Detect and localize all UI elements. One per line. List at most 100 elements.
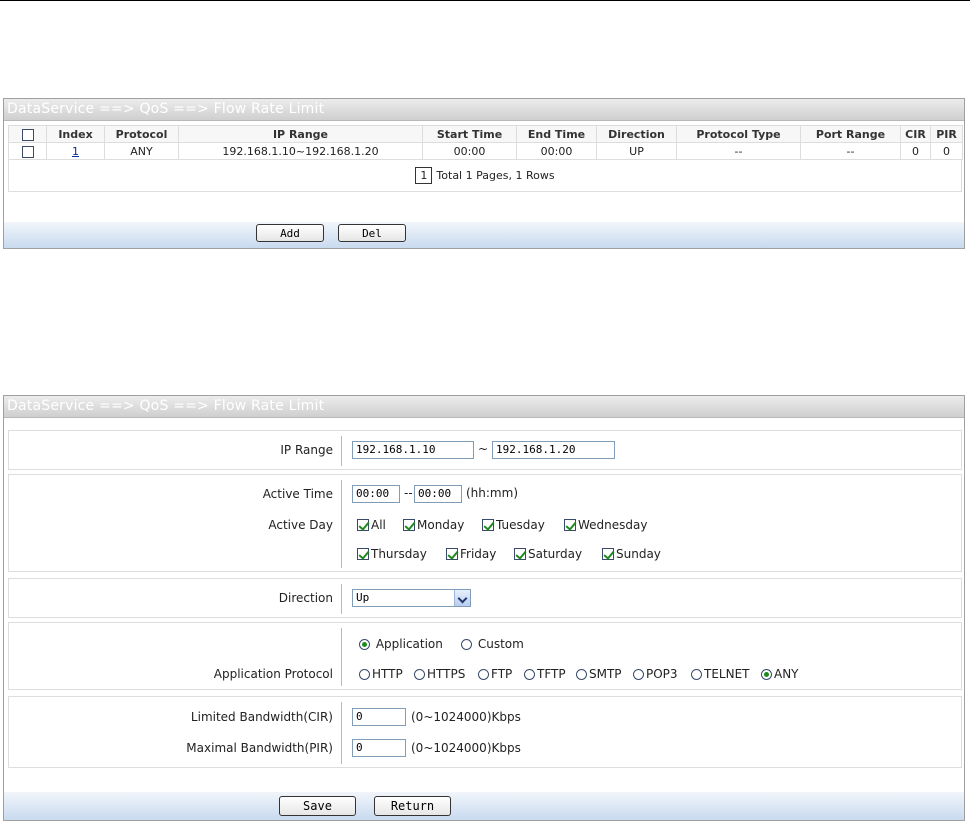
ip-range-section: IP Range 192.168.1.10 ~ 192.168.1.20: [8, 430, 962, 470]
save-button[interactable]: Save: [279, 796, 356, 816]
column-header: Index: [46, 125, 105, 143]
ip-range-separator: ~: [478, 442, 489, 456]
flow-rate-limit-table: Index Protocol IP Range Start Time End T…: [8, 125, 963, 160]
column-header: Port Range: [800, 125, 901, 143]
radio-icon: [691, 668, 702, 680]
radio-icon: [359, 668, 370, 680]
protocol-telnet-radio[interactable]: TELNET: [691, 667, 750, 681]
pir-cell: 0: [930, 142, 963, 160]
radio-label: HTTPS: [427, 667, 466, 681]
checkbox-icon: [403, 519, 415, 531]
row-checkbox[interactable]: [21, 145, 34, 158]
protocol-https-radio[interactable]: HTTPS: [414, 667, 465, 681]
select-all-checkbox[interactable]: [21, 128, 34, 141]
radio-label: SMTP: [589, 667, 622, 681]
flow-rate-limit-form-panel: DataService ==> QoS ==> Flow Rate Limit …: [3, 395, 965, 821]
column-header: Protocol Type: [676, 125, 801, 143]
column-header: Start Time: [422, 125, 517, 143]
start-time-cell: 00:00: [422, 142, 517, 160]
ip-range-end-input[interactable]: 192.168.1.20: [492, 441, 615, 459]
ip-range-start-input[interactable]: 192.168.1.10: [352, 441, 474, 459]
checkbox-icon: [446, 548, 458, 560]
radio-icon: [524, 668, 535, 680]
active-day-label: Active Day: [268, 518, 333, 532]
protocol-tftp-radio[interactable]: TFTP: [524, 667, 566, 681]
ip-range-cell: 192.168.1.10~192.168.1.20: [178, 142, 423, 160]
time-separator: --: [404, 486, 413, 500]
radio-label: Application: [375, 637, 443, 651]
direction-section: Direction Up: [8, 578, 962, 618]
mode-application-radio[interactable]: Application: [359, 637, 443, 651]
checkbox-icon: [602, 548, 614, 560]
radio-label: Custom: [477, 637, 524, 651]
day-label: Thursday: [371, 547, 427, 561]
table-row: 1 ANY 192.168.1.10~192.168.1.20 00:00 00…: [8, 142, 963, 160]
day-label: Monday: [417, 518, 465, 532]
divider: [341, 702, 342, 764]
day-all[interactable]: All: [357, 518, 386, 532]
radio-label: FTP: [491, 667, 513, 681]
divider: [341, 584, 342, 614]
direction-selected-value: Up: [356, 591, 370, 604]
cir-label: Limited Bandwidth(CIR): [190, 710, 333, 724]
protocol-http-radio[interactable]: HTTP: [359, 667, 403, 681]
protocol-ftp-radio[interactable]: FTP: [478, 667, 512, 681]
row-select-cell: [8, 142, 47, 160]
day-tuesday[interactable]: Tuesday: [482, 518, 545, 532]
page-number-button[interactable]: 1: [415, 167, 433, 184]
chevron-down-icon[interactable]: [454, 590, 470, 606]
start-time-input[interactable]: 00:00: [352, 485, 400, 503]
end-time-input[interactable]: 00:00: [414, 485, 462, 503]
radio-icon: [478, 668, 489, 680]
form-panel-title: DataService ==> QoS ==> Flow Rate Limit: [4, 396, 964, 418]
del-button[interactable]: Del: [338, 224, 406, 242]
day-thursday[interactable]: Thursday: [357, 547, 427, 561]
direction-label: Direction: [278, 591, 333, 605]
radio-selected-icon: [359, 638, 370, 650]
protocol-pop3-radio[interactable]: POP3: [633, 667, 678, 681]
pagination: 1 Total 1 Pages, 1 Rows: [8, 160, 962, 192]
column-header: Protocol: [104, 125, 179, 143]
day-sunday[interactable]: Sunday: [602, 547, 661, 561]
index-cell: 1: [46, 142, 105, 160]
direction-cell: UP: [596, 142, 677, 160]
protocol-any-radio[interactable]: ANY: [761, 667, 799, 681]
day-label: All: [371, 518, 386, 532]
return-button[interactable]: Return: [374, 796, 451, 816]
flow-rate-limit-list-panel: DataService ==> QoS ==> Flow Rate Limit …: [3, 98, 965, 249]
pir-label: Maximal Bandwidth(PIR): [186, 741, 333, 755]
cir-input[interactable]: 0: [352, 708, 406, 726]
radio-label: ANY: [774, 667, 799, 681]
radio-icon: [461, 638, 472, 650]
checkbox-icon: [357, 548, 369, 560]
index-link[interactable]: 1: [72, 145, 79, 158]
radio-icon: [633, 668, 644, 680]
pir-range-hint: (0~1024000)Kbps: [411, 741, 521, 755]
direction-select[interactable]: Up: [352, 589, 471, 607]
bandwidth-section: Limited Bandwidth(CIR) 0 (0~1024000)Kbps…: [8, 696, 962, 768]
day-friday[interactable]: Friday: [446, 547, 496, 561]
top-rule: [0, 0, 970, 1]
day-saturday[interactable]: Saturday: [514, 547, 582, 561]
add-button[interactable]: Add: [256, 224, 324, 242]
ip-range-label: IP Range: [280, 443, 333, 457]
day-label: Tuesday: [496, 518, 545, 532]
day-wednesday[interactable]: Wednesday: [564, 518, 647, 532]
cir-range-hint: (0~1024000)Kbps: [411, 710, 521, 724]
table-header-row: Index Protocol IP Range Start Time End T…: [8, 125, 963, 143]
column-header: End Time: [516, 125, 597, 143]
select-all-cell: [8, 125, 47, 143]
mode-custom-radio[interactable]: Custom: [461, 637, 524, 651]
cir-cell: 0: [900, 142, 931, 160]
application-protocol-label: Application Protocol: [213, 667, 333, 681]
day-monday[interactable]: Monday: [403, 518, 464, 532]
day-label: Saturday: [528, 547, 583, 561]
list-panel-title: DataService ==> QoS ==> Flow Rate Limit: [4, 99, 964, 121]
list-footer-bar: Add Del: [4, 222, 964, 248]
active-time-label: Active Time: [262, 487, 333, 501]
column-header: Direction: [596, 125, 677, 143]
protocol-type-cell: --: [676, 142, 801, 160]
protocol-smtp-radio[interactable]: SMTP: [576, 667, 622, 681]
pir-input[interactable]: 0: [352, 739, 406, 757]
day-label: Wednesday: [578, 518, 648, 532]
